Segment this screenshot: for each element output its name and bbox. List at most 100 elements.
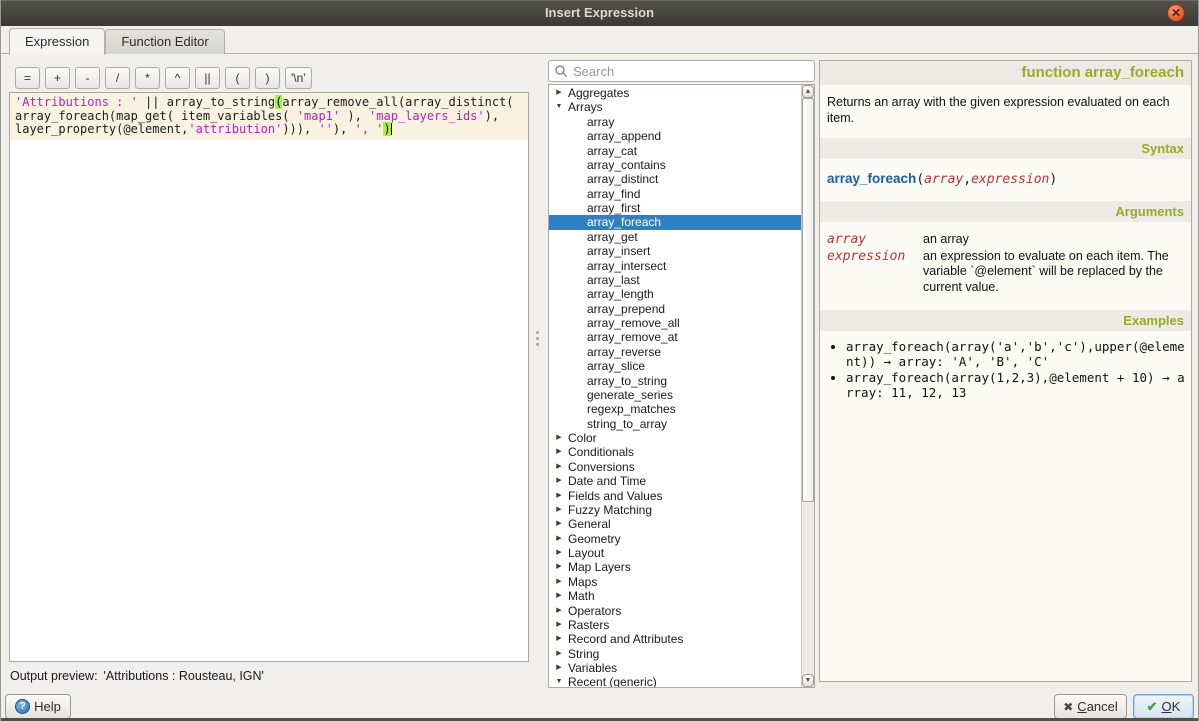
tree-item-operators[interactable]: ▶Operators — [549, 604, 801, 618]
tree-item-arrays[interactable]: ▼Arrays — [549, 100, 801, 114]
chevron-collapsed-icon[interactable]: ▶ — [554, 86, 564, 100]
operator-button-[interactable]: * — [135, 67, 160, 89]
chevron-collapsed-icon[interactable]: ▶ — [554, 647, 564, 661]
operator-button-[interactable]: ) — [255, 67, 280, 89]
tree-item-array-append[interactable]: array_append — [549, 129, 801, 143]
tree-item-math[interactable]: ▶Math — [549, 589, 801, 603]
help-arguments-heading: Arguments — [820, 201, 1191, 222]
scroll-up-icon[interactable]: ▲ — [802, 85, 814, 98]
tree-item-array-first[interactable]: array_first — [549, 201, 801, 215]
chevron-collapsed-icon[interactable]: ▶ — [554, 560, 564, 574]
chevron-collapsed-icon[interactable]: ▶ — [554, 445, 564, 459]
chevron-expanded-icon[interactable]: ▼ — [554, 675, 564, 688]
tree-item-general[interactable]: ▶General — [549, 517, 801, 531]
tree-item-record-and-attributes[interactable]: ▶Record and Attributes — [549, 632, 801, 646]
chevron-collapsed-icon[interactable]: ▶ — [554, 546, 564, 560]
tree-item-array-length[interactable]: array_length — [549, 287, 801, 301]
tree-item-array-slice[interactable]: array_slice — [549, 359, 801, 373]
output-preview-label: Output preview: — [10, 669, 98, 683]
tab-expression[interactable]: Expression — [9, 28, 105, 55]
operator-button-[interactable]: || — [195, 67, 220, 89]
tree-item-array-insert[interactable]: array_insert — [549, 244, 801, 258]
tree-item-array-last[interactable]: array_last — [549, 273, 801, 287]
chevron-collapsed-icon[interactable]: ▶ — [554, 661, 564, 675]
tree-item-string-to-array[interactable]: string_to_array — [549, 417, 801, 431]
argument-name: array — [827, 232, 919, 248]
tree-item-array-remove-all[interactable]: array_remove_all — [549, 316, 801, 330]
tree-item-label: array — [549, 115, 801, 129]
operator-button-[interactable]: ( — [225, 67, 250, 89]
operator-button-[interactable]: = — [15, 67, 40, 89]
tree-item-array-distinct[interactable]: array_distinct — [549, 172, 801, 186]
tree-item-rasters[interactable]: ▶Rasters — [549, 618, 801, 632]
search-input[interactable] — [548, 60, 815, 82]
tree-item-maps[interactable]: ▶Maps — [549, 575, 801, 589]
cancel-button[interactable]: ✖ Cancel — [1054, 694, 1127, 719]
scrollbar-thumb[interactable] — [802, 98, 814, 502]
help-description: Returns an array with the given expressi… — [820, 85, 1191, 138]
example-item: array_foreach(array('a','b','c'),upper(@… — [846, 339, 1191, 369]
chevron-expanded-icon[interactable]: ▼ — [554, 100, 564, 114]
scroll-down-icon[interactable]: ▼ — [802, 674, 814, 687]
operator-button-[interactable]: ^ — [165, 67, 190, 89]
tab-function-editor[interactable]: Function Editor — [105, 29, 224, 54]
list-scrollbar[interactable]: ▲ ▼ — [801, 85, 814, 687]
chevron-collapsed-icon[interactable]: ▶ — [554, 431, 564, 445]
tree-item-label: array_find — [549, 187, 801, 201]
tree-item-geometry[interactable]: ▶Geometry — [549, 532, 801, 546]
tree-item-generate-series[interactable]: generate_series — [549, 388, 801, 402]
tree-item-fields-and-values[interactable]: ▶Fields and Values — [549, 489, 801, 503]
tree-item-conversions[interactable]: ▶Conversions — [549, 460, 801, 474]
expression-editor[interactable]: 'Attributions : ' || array_to_string(arr… — [9, 92, 529, 662]
tree-item-array-reverse[interactable]: array_reverse — [549, 345, 801, 359]
tree-item-string[interactable]: ▶String — [549, 647, 801, 661]
tree-item-fuzzy-matching[interactable]: ▶Fuzzy Matching — [549, 503, 801, 517]
chevron-collapsed-icon[interactable]: ▶ — [554, 618, 564, 632]
operator-button-[interactable]: - — [75, 67, 100, 89]
tree-item-array-cat[interactable]: array_cat — [549, 144, 801, 158]
chevron-collapsed-icon[interactable]: ▶ — [554, 532, 564, 546]
operator-button-n[interactable]: '\n' — [285, 67, 312, 89]
help-syntax-code: array_foreach(array,expression) — [820, 159, 1191, 201]
tree-item-regexp-matches[interactable]: regexp_matches — [549, 402, 801, 416]
tree-item-array-get[interactable]: array_get — [549, 230, 801, 244]
tree-item-array-prepend[interactable]: array_prepend — [549, 302, 801, 316]
argument-description: an expression to evaluate on each item. … — [923, 249, 1184, 296]
help-syntax-heading: Syntax — [820, 138, 1191, 159]
tree-item-layout[interactable]: ▶Layout — [549, 546, 801, 560]
help-button[interactable]: ? Help — [5, 694, 71, 719]
tree-item-array-to-string[interactable]: array_to_string — [549, 374, 801, 388]
tree-item-label: Map Layers — [549, 560, 801, 574]
close-window-button[interactable]: ✕ — [1167, 4, 1185, 22]
tree-item-array-remove-at[interactable]: array_remove_at — [549, 330, 801, 344]
tree-item-variables[interactable]: ▶Variables — [549, 661, 801, 675]
chevron-collapsed-icon[interactable]: ▶ — [554, 575, 564, 589]
tree-item-conditionals[interactable]: ▶Conditionals — [549, 445, 801, 459]
chevron-collapsed-icon[interactable]: ▶ — [554, 632, 564, 646]
tree-item-array-find[interactable]: array_find — [549, 187, 801, 201]
chevron-collapsed-icon[interactable]: ▶ — [554, 517, 564, 531]
chevron-collapsed-icon[interactable]: ▶ — [554, 503, 564, 517]
operator-button-[interactable]: + — [45, 67, 70, 89]
close-icon: ✕ — [1171, 6, 1181, 20]
tab-bar: Expression Function Editor — [1, 28, 1198, 54]
tree-item-aggregates[interactable]: ▶Aggregates — [549, 86, 801, 100]
tree-item-array[interactable]: array — [549, 115, 801, 129]
operator-button-[interactable]: / — [105, 67, 130, 89]
ok-button[interactable]: ✔ OK — [1133, 694, 1194, 719]
chevron-collapsed-icon[interactable]: ▶ — [554, 474, 564, 488]
tree-item-array-foreach[interactable]: array_foreach — [549, 215, 801, 229]
splitter-handle[interactable] — [535, 328, 540, 350]
tree-item-date-and-time[interactable]: ▶Date and Time — [549, 474, 801, 488]
chevron-collapsed-icon[interactable]: ▶ — [554, 604, 564, 618]
tree-item-label: array_intersect — [549, 259, 801, 273]
chevron-collapsed-icon[interactable]: ▶ — [554, 460, 564, 474]
tree-item-array-contains[interactable]: array_contains — [549, 158, 801, 172]
chevron-collapsed-icon[interactable]: ▶ — [554, 489, 564, 503]
tree-item-recent-generic-[interactable]: ▼Recent (generic) — [549, 675, 801, 688]
function-tree: ▶Aggregates▼Arraysarrayarray_appendarray… — [549, 86, 801, 688]
tree-item-map-layers[interactable]: ▶Map Layers — [549, 560, 801, 574]
tree-item-array-intersect[interactable]: array_intersect — [549, 259, 801, 273]
chevron-collapsed-icon[interactable]: ▶ — [554, 589, 564, 603]
tree-item-color[interactable]: ▶Color — [549, 431, 801, 445]
